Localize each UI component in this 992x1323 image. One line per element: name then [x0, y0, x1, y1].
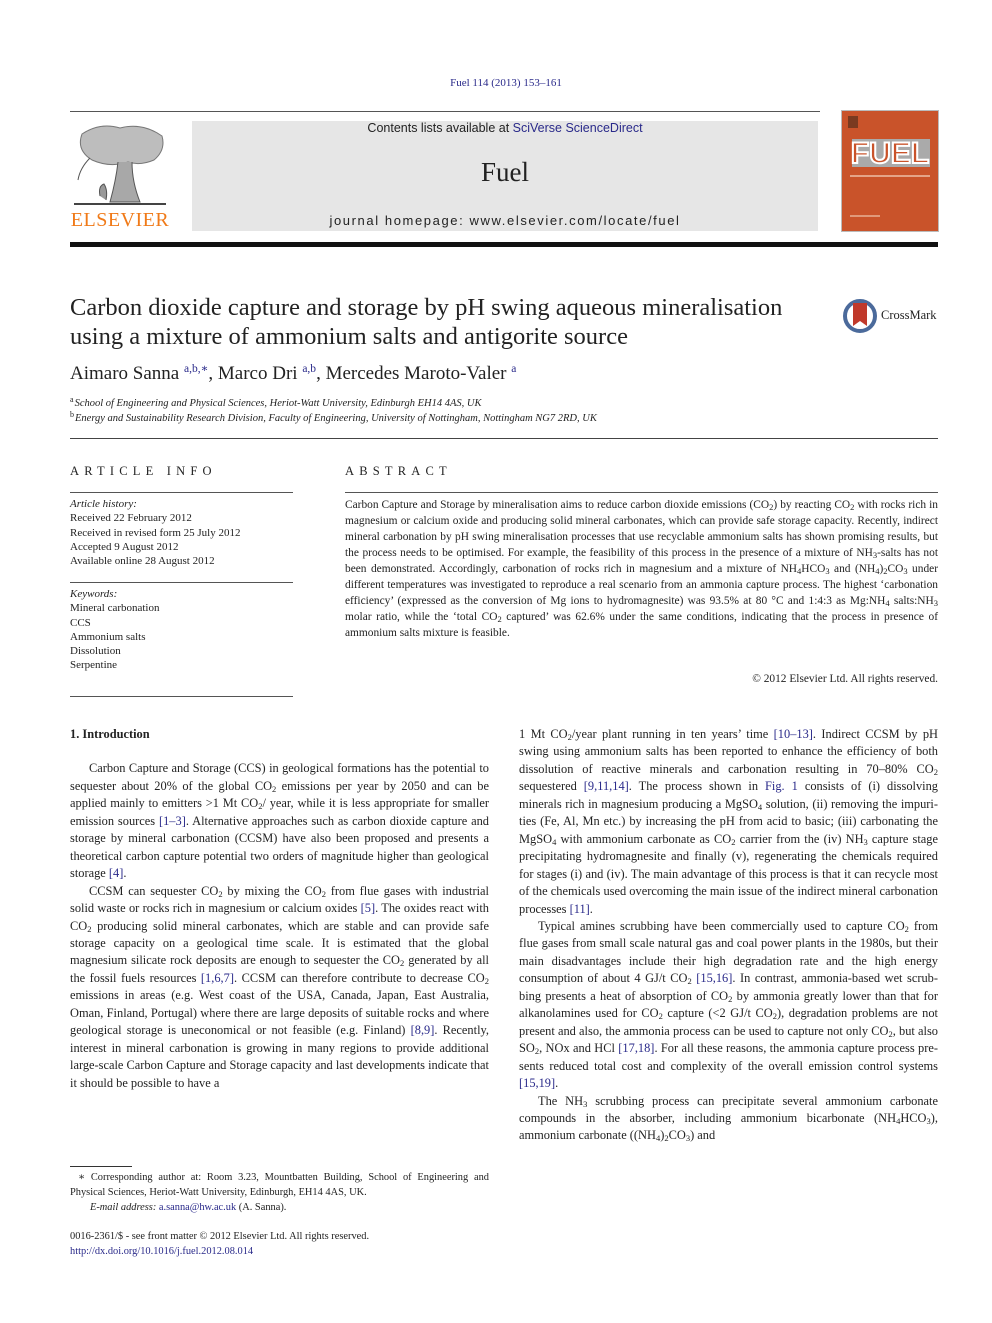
citation-link[interactable]: [4]: [109, 866, 123, 880]
footnote: ∗ Corresponding author at: Room 3.23, Mo…: [70, 1170, 489, 1215]
crossmark-button[interactable]: CrossMark: [843, 298, 943, 334]
author-list: Aimaro Sanna a,b,∗, Marco Dri a,b, Merce…: [70, 363, 517, 384]
section-divider: [70, 438, 938, 439]
citation-link[interactable]: [15,19]: [519, 1076, 555, 1090]
author-affiliation-marks[interactable]: a,b: [302, 363, 316, 375]
keywords-label: Keywords:: [70, 588, 118, 600]
body-paragraph: 1 Mt CO2/year plant running in ten years…: [519, 727, 938, 916]
history-label: Article history:: [70, 498, 137, 510]
cover-footer-line: [850, 215, 880, 217]
section-heading: 1. Introduction: [70, 727, 150, 741]
keywords: Keywords: Mineral carbonation CCS Ammoni…: [70, 587, 293, 673]
contents-line: Contents lists available at SciVerse Sci…: [192, 121, 818, 135]
keyword: Dissolution: [70, 645, 121, 658]
email-label: E-mail address:: [90, 1202, 157, 1213]
email-line: E-mail address: a.sanna@hw.ac.uk (A. San…: [70, 1200, 489, 1215]
citation-link[interactable]: [10–13]: [774, 727, 813, 741]
contents-prefix: Contents lists available at: [367, 121, 513, 135]
citation-link[interactable]: [5]: [361, 901, 375, 915]
keyword: CCS: [70, 616, 91, 629]
history-item: Received in revised form 25 July 2012: [70, 526, 241, 539]
affiliation: bEnergy and Sustainability Research Divi…: [70, 410, 597, 424]
author-name[interactable]: Mercedes Maroto-Valer: [326, 363, 507, 384]
body-column-right: 1 Mt CO2/year plant running in ten years…: [519, 726, 938, 1145]
affiliation-mark: b: [70, 410, 74, 419]
info-divider: [70, 492, 293, 493]
info-divider: [70, 582, 293, 583]
history-item: Accepted 9 August 2012: [70, 540, 179, 553]
author-name[interactable]: Marco Dri: [218, 363, 298, 384]
crossmark-icon: [843, 299, 877, 333]
cover-subtitle-line: [850, 175, 930, 177]
journal-banner: Contents lists available at SciVerse Sci…: [192, 121, 818, 231]
doi-link[interactable]: http://dx.doi.org/10.1016/j.fuel.2012.08…: [70, 1246, 253, 1257]
issn-block: 0016-2361/$ - see front matter © 2012 El…: [70, 1230, 369, 1259]
issn-line: 0016-2361/$ - see front matter © 2012 El…: [70, 1231, 370, 1242]
journal-name: Fuel: [480, 157, 529, 187]
citation-link[interactable]: [1–3]: [159, 814, 186, 828]
citation-link[interactable]: [9,11,14]: [584, 779, 629, 793]
body-paragraph: CCSM can sequester CO2 by mixing the CO2…: [70, 883, 490, 1090]
keyword: Serpentine: [70, 659, 118, 672]
email-suffix: (A. Sanna).: [236, 1202, 287, 1213]
article-title: Carbon dioxide capture and storage by pH…: [70, 294, 783, 350]
article-history: Article history: Received 22 February 20…: [70, 497, 293, 568]
abstract-copyright: © 2012 Elsevier Ltd. All rights reserved…: [752, 673, 938, 685]
cover-title-graphic: FUEL: [850, 136, 930, 169]
abstract-body: Carbon Capture and Storage by mineralisa…: [345, 499, 938, 640]
footnote-rule: [70, 1166, 132, 1167]
author-name[interactable]: Aimaro Sanna: [70, 363, 179, 384]
elsevier-wordmark: ELSEVIER: [70, 209, 170, 231]
cover-publisher-mark: [848, 116, 858, 128]
affiliation-mark: a: [70, 395, 74, 404]
header-thick-rule: [70, 242, 938, 247]
abstract-divider: [345, 492, 938, 493]
author-affiliation-marks[interactable]: a: [511, 363, 516, 375]
article-info-heading: ARTICLE INFO: [70, 464, 217, 478]
citation-link[interactable]: [15,16]: [696, 971, 732, 985]
elsevier-tree-icon: [74, 125, 166, 205]
citation-link[interactable]: [8,9]: [411, 1023, 435, 1037]
keyword: Mineral carbonation: [70, 602, 160, 615]
crossmark-label: CrossMark: [881, 308, 937, 322]
body-paragraph: Carbon Capture and Storage (CCS) in geol…: [70, 761, 489, 881]
body-paragraph: The NH3 scrubbing process can precipitat…: [519, 1093, 938, 1144]
author-affiliation-marks[interactable]: a,b,∗: [184, 363, 208, 375]
citation-link[interactable]: [17,18]: [618, 1041, 654, 1055]
journal-cover-thumbnail[interactable]: FUEL: [842, 111, 938, 231]
header-rule: [70, 111, 820, 112]
body-column-left: 1. Introduction Carbon Capture and Stora…: [70, 726, 489, 1092]
journal-reference-link[interactable]: Fuel 114 (2013) 153–161: [0, 77, 992, 89]
citation-link[interactable]: [1,6,7]: [201, 971, 234, 985]
info-divider: [70, 696, 293, 697]
abstract-heading: ABSTRACT: [345, 464, 452, 478]
email-link[interactable]: a.sanna@hw.ac.uk: [159, 1202, 236, 1213]
history-item: Available online 28 August 2012: [70, 555, 215, 568]
affiliation-text: Energy and Sustainability Research Divis…: [75, 413, 597, 424]
citation-link[interactable]: [11]: [570, 902, 590, 916]
body-paragraph: Typical amines scrubbing have been comme…: [519, 918, 938, 1091]
sciencedirect-link[interactable]: SciVerse ScienceDirect: [513, 121, 643, 135]
affiliation-text: School of Engineering and Physical Scien…: [74, 398, 482, 409]
keyword: Ammonium salts: [70, 630, 146, 643]
history-item: Received 22 February 2012: [70, 512, 192, 525]
svg-text:FUEL: FUEL: [851, 137, 929, 169]
journal-homepage[interactable]: journal homepage: www.elsevier.com/locat…: [192, 213, 818, 228]
figure-link[interactable]: Fig. 1: [765, 779, 798, 793]
corresponding-author-note: ∗ Corresponding author at: Room 3.23, Mo…: [70, 1172, 489, 1198]
elsevier-logo[interactable]: ELSEVIER: [70, 120, 170, 232]
affiliation: aSchool of Engineering and Physical Scie…: [70, 395, 481, 409]
